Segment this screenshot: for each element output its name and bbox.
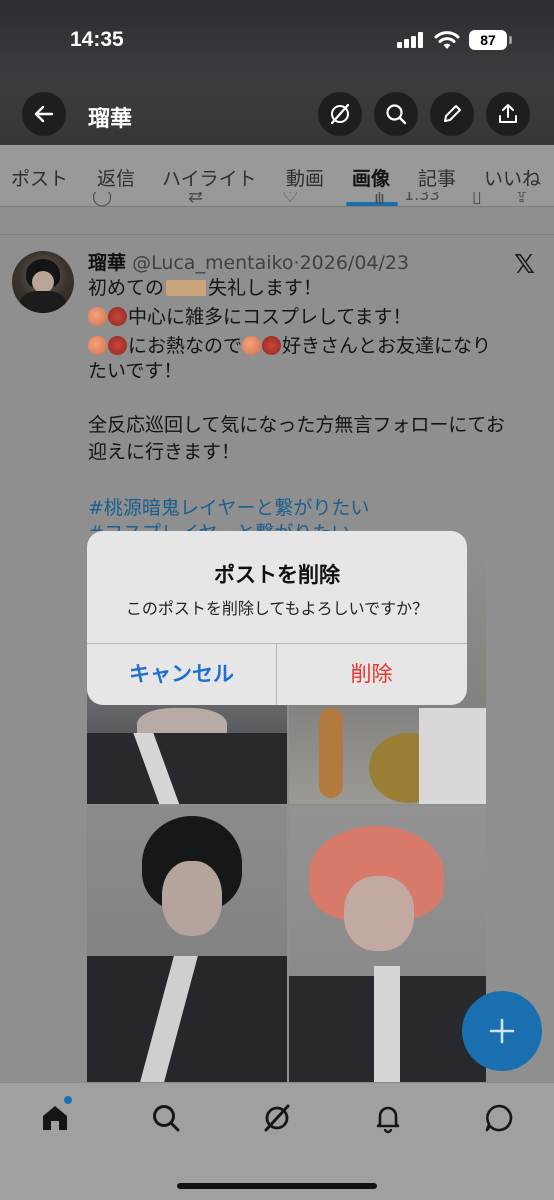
nav-search[interactable] xyxy=(147,1099,185,1137)
home-notification-dot xyxy=(64,1096,72,1104)
hashtag-link[interactable]: #桃源暗鬼レイヤーと繋がりたい xyxy=(88,493,369,520)
avatar[interactable] xyxy=(12,251,74,313)
grok-button[interactable] xyxy=(318,92,362,136)
tab-images[interactable]: 画像 xyxy=(352,164,390,191)
search-icon xyxy=(386,104,407,125)
grok-icon xyxy=(330,103,350,125)
peach-emoji-icon xyxy=(242,336,262,355)
share-button[interactable] xyxy=(486,92,530,136)
search-button[interactable] xyxy=(374,92,418,136)
compose-button[interactable] xyxy=(462,991,542,1071)
peach-emoji-icon xyxy=(88,336,107,355)
views-icon[interactable]: ılı xyxy=(374,192,385,209)
delete-button[interactable]: 削除 xyxy=(277,643,466,705)
tab-highlights[interactable]: ハイライト xyxy=(162,164,257,191)
messages-icon xyxy=(485,1104,513,1132)
cellular-signal-icon xyxy=(397,32,425,48)
nav-notifications[interactable] xyxy=(369,1099,407,1137)
post-image[interactable] xyxy=(289,806,486,1082)
delete-confirmation-dialog: ポストを削除 このポストを削除してもよろしいですか？ キャンセル 削除 xyxy=(87,531,467,705)
like-icon[interactable]: ♡ xyxy=(282,192,298,207)
post-separator xyxy=(0,234,554,235)
post-line-1: 初めての 失礼します！ xyxy=(88,277,323,299)
bookmark-icon[interactable]: ▯ xyxy=(472,192,482,207)
tag-emoji-icon xyxy=(166,280,207,296)
tab-replies[interactable]: 返信 xyxy=(97,164,135,191)
post-header: 瑠華 @Luca_mentaiko·2026/04/23 xyxy=(88,248,409,275)
wifi-icon xyxy=(434,31,460,49)
search-icon xyxy=(153,1105,180,1132)
hashtag-link[interactable]: #コスプレイヤーと繋がりたい xyxy=(88,518,350,531)
peach-emoji-icon xyxy=(88,307,107,326)
post-author-name[interactable]: 瑠華 xyxy=(88,252,126,274)
tab-posts[interactable]: ポスト xyxy=(11,164,68,191)
grok-icon xyxy=(264,1104,290,1132)
page-title: 瑠華 xyxy=(88,107,133,132)
post-line-2: 中心に雑多にコスプレしてます！ xyxy=(88,303,538,332)
arrow-left-icon xyxy=(34,105,54,123)
post-line-4: たいです！ xyxy=(88,360,183,382)
previous-post-actions: ◯ ⇄ ♡ ılı 1.33 ▯ ⇪ xyxy=(0,192,554,210)
edit-button[interactable] xyxy=(430,92,474,136)
post-date[interactable]: 2026/04/23 xyxy=(300,252,410,274)
oni-emoji-icon xyxy=(262,336,282,355)
cancel-button[interactable]: キャンセル xyxy=(87,643,276,705)
tab-articles[interactable]: 記事 xyxy=(418,164,456,191)
post-line-6: 迎えに行きます！ xyxy=(88,441,241,463)
oni-emoji-icon xyxy=(108,336,127,355)
reply-icon[interactable]: ◯ xyxy=(92,192,112,207)
back-button[interactable] xyxy=(22,92,66,136)
status-time: 14:35 xyxy=(70,28,124,51)
tab-videos[interactable]: 動画 xyxy=(286,164,324,191)
post-line-5: 全反応巡回して気になった方無言フォローにてお xyxy=(88,414,505,436)
dialog-title: ポストを削除 xyxy=(214,563,340,587)
post-image[interactable] xyxy=(87,806,287,1082)
home-indicator xyxy=(177,1183,377,1189)
oni-emoji-icon xyxy=(108,307,127,326)
tab-likes[interactable]: いいね xyxy=(484,164,541,191)
post-author-handle[interactable]: @Luca_mentaiko xyxy=(132,252,293,274)
edit-icon xyxy=(444,105,461,122)
notifications-icon xyxy=(376,1106,400,1134)
share-icon xyxy=(499,104,517,123)
profile-top-bar: 瑠華 xyxy=(0,92,554,138)
dialog-message: このポストを削除してもよろしいですか？ xyxy=(125,599,429,618)
battery-tip xyxy=(509,36,512,44)
views-count: 1.33 xyxy=(404,192,440,204)
plus-icon xyxy=(489,1018,515,1044)
nav-grok[interactable] xyxy=(258,1099,296,1137)
bottom-navigation xyxy=(0,1082,554,1200)
repost-icon[interactable]: ⇄ xyxy=(188,192,203,207)
status-bar: 14:35 87 xyxy=(0,26,554,58)
battery-icon: 87 xyxy=(469,30,507,50)
nav-home[interactable] xyxy=(36,1099,74,1137)
home-icon xyxy=(43,1106,67,1130)
share-post-icon[interactable]: ⇪ xyxy=(514,192,529,207)
nav-messages[interactable] xyxy=(480,1099,518,1137)
